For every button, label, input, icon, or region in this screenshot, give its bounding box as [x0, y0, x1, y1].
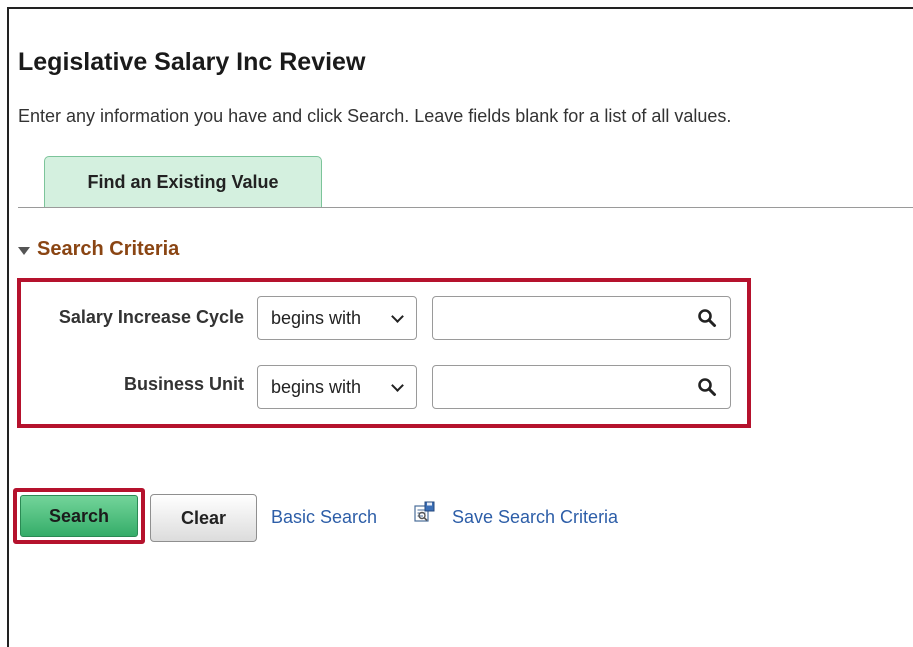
- save-criteria-icon[interactable]: [414, 501, 436, 523]
- search-button-label: Search: [48, 505, 110, 526]
- operator-value: begins with: [271, 376, 362, 397]
- magnifier-icon[interactable]: [697, 308, 717, 328]
- tab-find-existing-value[interactable]: Find an Existing Value: [44, 156, 322, 208]
- search-button-highlight: Search: [13, 488, 145, 544]
- magnifier-icon[interactable]: [697, 377, 717, 397]
- salary-increase-cycle-label: Salary Increase Cycle: [58, 307, 244, 327]
- clear-button-label: Clear: [180, 507, 227, 528]
- instructions-text: Enter any information you have and click…: [18, 106, 732, 126]
- business-unit-operator-select[interactable]: begins with: [257, 365, 417, 409]
- tab-label: Find an Existing Value: [87, 172, 279, 192]
- chevron-down-icon: [391, 379, 404, 392]
- tab-divider: [18, 207, 913, 208]
- caret-down-icon: [18, 246, 30, 255]
- section-header-label: Search Criteria: [37, 238, 180, 260]
- business-unit-input[interactable]: [432, 365, 731, 409]
- search-criteria-toggle[interactable]: Search Criteria: [18, 238, 179, 261]
- save-search-criteria-link[interactable]: Save Search Criteria: [452, 507, 618, 528]
- operator-value: begins with: [271, 307, 362, 328]
- search-button[interactable]: Search: [20, 495, 138, 537]
- salary-increase-cycle-operator-select[interactable]: begins with: [257, 296, 417, 340]
- business-unit-label: Business Unit: [123, 374, 244, 394]
- page-title: Legislative Salary Inc Review: [18, 48, 366, 76]
- chevron-down-icon: [391, 310, 404, 323]
- basic-search-link[interactable]: Basic Search: [271, 507, 377, 528]
- salary-increase-cycle-input[interactable]: [432, 296, 731, 340]
- clear-button[interactable]: Clear: [150, 494, 257, 542]
